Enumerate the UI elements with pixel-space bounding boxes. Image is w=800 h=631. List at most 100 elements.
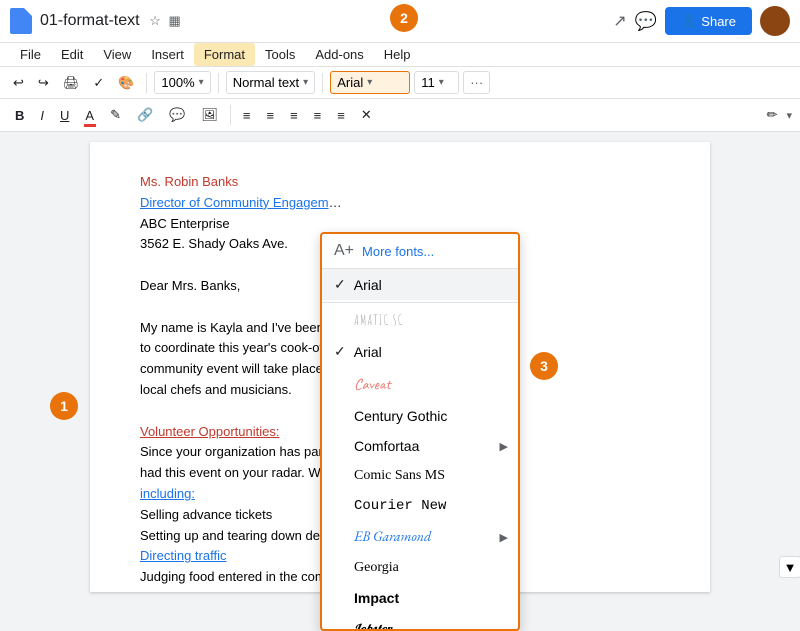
redo-button[interactable]: ↪ bbox=[33, 72, 54, 94]
font-item-georgia[interactable]: Georgia bbox=[322, 553, 518, 583]
font-label-courier: Courier New bbox=[354, 498, 446, 514]
style-dropdown[interactable]: Normal text ▾ bbox=[226, 71, 316, 94]
indent-more-button[interactable]: ≡ bbox=[330, 104, 352, 127]
font-label-lobster: Lobster bbox=[354, 620, 391, 629]
style-chevron: ▾ bbox=[303, 77, 308, 88]
font-size-value: 11 bbox=[421, 75, 435, 90]
text-color-button[interactable]: A bbox=[78, 104, 101, 127]
menu-view[interactable]: View bbox=[93, 43, 141, 66]
font-item-impact[interactable]: Impact bbox=[322, 583, 518, 613]
font-item-arial-top[interactable]: ✓ Arial bbox=[322, 269, 518, 300]
trending-icon[interactable]: ↗ bbox=[613, 11, 626, 31]
font-item-comic[interactable]: Comic Sans MS bbox=[322, 461, 518, 491]
toolbar: ↩ ↪ 🖨 ✓ 🎨 100% ▾ Normal text ▾ Arial ▾ 1… bbox=[0, 67, 800, 99]
indent-less-button[interactable]: ≡ bbox=[307, 104, 329, 127]
align-left-button[interactable]: ≡ bbox=[236, 104, 258, 127]
undo-button[interactable]: ↩ bbox=[8, 72, 29, 94]
font-item-amatic[interactable]: AMATIC SC bbox=[322, 305, 518, 336]
font-label-comic: Comic Sans MS bbox=[354, 468, 445, 484]
right-panel: ▼ bbox=[780, 132, 800, 592]
font-list: ✓ Arial AMATIC SC ✓ Arial Caveat C bbox=[322, 269, 518, 629]
check-icon: ✓ bbox=[334, 276, 346, 293]
separator-1 bbox=[146, 73, 147, 93]
title-right: ↗ 💬 👤 Share bbox=[613, 6, 790, 36]
zoom-dropdown[interactable]: 100% ▾ bbox=[154, 71, 210, 94]
font-label-comfortaa: Comfortaa bbox=[354, 438, 419, 454]
font-label-georgia: Georgia bbox=[354, 560, 399, 576]
zoom-value: 100% bbox=[161, 75, 194, 90]
user-avatar[interactable] bbox=[760, 6, 790, 36]
menu-help[interactable]: Help bbox=[374, 43, 421, 66]
share-icon: 👤 bbox=[681, 13, 697, 29]
font-divider bbox=[322, 302, 518, 303]
number-list-button[interactable]: ≡ bbox=[283, 104, 305, 127]
increase-font-icon: A+ bbox=[334, 242, 354, 260]
italic-button[interactable]: I bbox=[33, 104, 51, 127]
font-item-century[interactable]: Century Gothic bbox=[322, 401, 518, 431]
menu-insert[interactable]: Insert bbox=[141, 43, 194, 66]
font-item-lobster[interactable]: Lobster bbox=[322, 613, 518, 629]
format-bar: B I U A ✎ 🔗 💬 🖼 ≡ ≡ ≡ ≡ ≡ ✕ ✏ ▾ bbox=[0, 99, 800, 132]
font-size-chevron: ▾ bbox=[439, 77, 444, 88]
check-icon-arial: ✓ bbox=[334, 343, 346, 360]
style-value: Normal text bbox=[233, 75, 299, 90]
image-button[interactable]: 🖼 bbox=[194, 103, 225, 127]
font-item-courier[interactable]: Courier New bbox=[322, 491, 518, 521]
comfortaa-arrow: ▶ bbox=[500, 440, 508, 453]
highlight-button[interactable]: ✎ bbox=[103, 103, 128, 127]
font-item-caveat[interactable]: Caveat bbox=[322, 367, 518, 401]
folder-icon[interactable]: ▦ bbox=[169, 13, 181, 28]
font-dropdown-overlay: A+ More fonts... ✓ Arial AMATIC SC ✓ Ari… bbox=[320, 232, 520, 631]
doc-icon bbox=[10, 8, 32, 34]
bold-button[interactable]: B bbox=[8, 104, 31, 127]
bullet-list-button[interactable]: ≡ bbox=[259, 104, 281, 127]
spellcheck-button[interactable]: ✓ bbox=[88, 72, 109, 94]
title-area: 01-format-text ☆ ▦ bbox=[40, 12, 605, 30]
font-item-eb[interactable]: EB Garamond ▶ bbox=[322, 521, 518, 553]
address-title: Director of Community Engagem… bbox=[140, 193, 660, 214]
more-fonts-link[interactable]: More fonts... bbox=[362, 244, 434, 259]
scroll-down-button[interactable]: ▼ bbox=[779, 556, 800, 578]
separator-3 bbox=[322, 73, 323, 93]
font-name-value: Arial bbox=[337, 75, 363, 90]
menu-edit[interactable]: Edit bbox=[51, 43, 93, 66]
font-name-chevron: ▾ bbox=[367, 77, 372, 88]
link-button[interactable]: 🔗 bbox=[130, 103, 160, 127]
font-item-arial[interactable]: ✓ Arial bbox=[322, 336, 518, 367]
more-options-button[interactable]: ··· bbox=[463, 71, 490, 94]
clear-formatting-button[interactable]: ✕ bbox=[354, 103, 379, 127]
font-label-arial-top: Arial bbox=[354, 277, 382, 293]
menu-addons[interactable]: Add-ons bbox=[305, 43, 373, 66]
font-item-comfortaa[interactable]: Comfortaa ▶ bbox=[322, 431, 518, 461]
star-icon[interactable]: ☆ bbox=[149, 13, 161, 28]
font-size-dropdown[interactable]: 11 ▾ bbox=[414, 71, 459, 94]
format-sep bbox=[230, 105, 231, 125]
text-color-label: A bbox=[85, 108, 94, 123]
badge-3: 3 bbox=[530, 352, 558, 380]
font-label-impact: Impact bbox=[354, 590, 399, 606]
menu-file[interactable]: File bbox=[10, 43, 51, 66]
doc-area: 1 3 Ms. Robin Banks Director of Communit… bbox=[0, 132, 800, 592]
paintformat-button[interactable]: 🎨 bbox=[113, 72, 139, 94]
font-label-amatic: AMATIC SC bbox=[354, 312, 403, 329]
menu-format[interactable]: Format bbox=[194, 43, 255, 66]
zoom-chevron: ▾ bbox=[199, 77, 204, 88]
badge-2: 2 bbox=[390, 4, 418, 32]
font-name-dropdown[interactable]: Arial ▾ bbox=[330, 71, 410, 94]
pencil-dropdown[interactable]: ▾ bbox=[786, 109, 792, 122]
font-label-eb: EB Garamond bbox=[354, 528, 431, 546]
badge-1: 1 bbox=[50, 392, 78, 420]
print-button[interactable]: 🖨 bbox=[58, 72, 85, 94]
font-label-century: Century Gothic bbox=[354, 408, 447, 424]
menu-tools[interactable]: Tools bbox=[255, 43, 305, 66]
share-label: Share bbox=[701, 14, 736, 29]
share-button[interactable]: 👤 Share bbox=[665, 7, 752, 35]
pencil-button[interactable]: ✏ bbox=[760, 103, 785, 127]
color-bar bbox=[84, 124, 96, 127]
font-label-arial: Arial bbox=[354, 344, 382, 360]
address-name: Ms. Robin Banks bbox=[140, 172, 660, 193]
comment-button[interactable]: 💬 bbox=[162, 103, 192, 127]
underline-button[interactable]: U bbox=[53, 104, 76, 127]
font-dropdown-header: A+ More fonts... bbox=[322, 234, 518, 269]
comment-btn[interactable]: 💬 bbox=[635, 11, 657, 32]
